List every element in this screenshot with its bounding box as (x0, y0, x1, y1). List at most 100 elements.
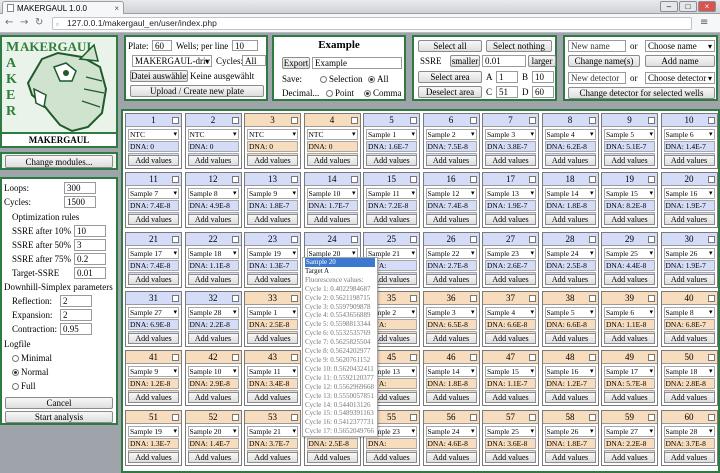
dna-field[interactable]: DNA: 2.5E-8 (306, 437, 358, 449)
well-checkbox[interactable] (231, 294, 239, 302)
dna-field[interactable]: DNA: 1.8E-8 (544, 200, 596, 212)
well-4[interactable]: 4NTCDNA: 0SSRE: 0Add values (303, 113, 361, 169)
well-checkbox[interactable] (469, 235, 477, 243)
dropdown-selected[interactable]: Target A (305, 267, 375, 276)
loops-input[interactable]: 300 (64, 182, 96, 194)
well-checkbox[interactable] (172, 176, 179, 184)
well-checkbox[interactable] (648, 354, 655, 362)
sample-select[interactable]: Sample 7 (128, 188, 179, 200)
well-42[interactable]: 42Sample 10DNA: 2.9E-8SSRE: 0.005676Add … (184, 350, 242, 407)
sample-select[interactable]: Sample 22 (425, 247, 477, 259)
fluorescence-item[interactable]: Cycle 14: 0.544013126 (305, 401, 375, 410)
add-values-button[interactable]: Add values (425, 214, 477, 226)
fluorescence-item[interactable]: Cycle 16: 0.5412377731 (305, 418, 375, 427)
well-14[interactable]: 14Sample 10DNA: 1.7E-7SSRE: 0.004096Add … (303, 172, 361, 229)
well-checkbox[interactable] (707, 294, 715, 302)
sample-select[interactable]: Sample 1 (247, 306, 298, 318)
well-checkbox[interactable] (291, 294, 298, 302)
add-values-button[interactable]: Add values (128, 155, 179, 166)
select-area-button[interactable]: Select area (418, 71, 482, 83)
add-values-button[interactable]: Add values (663, 451, 715, 463)
well-checkbox[interactable] (648, 294, 655, 302)
sample-select[interactable]: Sample 8 (663, 306, 715, 318)
add-values-button[interactable]: Add values (247, 273, 298, 285)
dna-field[interactable]: DNA: 6.8E-7 (663, 318, 715, 330)
sample-select[interactable]: Sample 4 (485, 306, 536, 318)
close-tab-icon[interactable]: × (114, 4, 119, 13)
add-values-button[interactable]: Add values (544, 392, 596, 404)
fluorescence-item[interactable]: Cycle 5: 0.5598813344 (305, 320, 375, 329)
add-values-button[interactable]: Add values (306, 451, 358, 463)
target-ssre-input[interactable]: 0.01 (74, 267, 106, 279)
dna-field[interactable]: DNA: 0 (128, 141, 179, 152)
sample-select[interactable]: Sample 16 (663, 188, 715, 200)
sample-select[interactable]: Sample 5 (544, 306, 596, 318)
dna-field[interactable]: DNA: 1.4E-7 (663, 141, 715, 152)
dna-field[interactable]: DNA: 7.5E-8 (425, 141, 477, 152)
sample-select[interactable]: Sample 25 (485, 425, 536, 437)
sample-select[interactable]: NTC (128, 129, 179, 140)
dna-field[interactable]: DNA: 1.9E-7 (663, 200, 715, 212)
well-checkbox[interactable] (529, 294, 536, 302)
well-checkbox[interactable] (231, 117, 239, 124)
well-13[interactable]: 13Sample 9DNA: 1.8E-7SSRE: 0.004901Add v… (244, 172, 301, 229)
add-values-button[interactable]: Add values (604, 214, 655, 226)
well-18[interactable]: 18Sample 14DNA: 1.8E-8SSRE: 0.003923Add … (541, 172, 599, 229)
sample-select[interactable]: Sample 21 (247, 425, 298, 437)
sample-select[interactable]: Sample 26 (663, 247, 715, 259)
area-b-input[interactable]: 10 (532, 71, 554, 83)
dna-field[interactable]: DNA: 3.8E-7 (485, 141, 536, 152)
well-5[interactable]: 5Sample 1DNA: 1.6E-7SSRE: 0.005124Add va… (363, 113, 420, 169)
add-values-button[interactable]: Add values (485, 155, 536, 166)
well-52[interactable]: 52Sample 20DNA: 1.4E-7SSRE: 0.002878Add … (184, 409, 242, 466)
well-27[interactable]: 27Sample 23DNA: 2.6E-7SSRE: 0.005752Add … (482, 231, 539, 288)
contraction-input[interactable]: 0.95 (60, 323, 92, 335)
ssre-threshold-input[interactable]: 0.01 (482, 55, 526, 67)
dna-field[interactable]: DNA: 2.2E-8 (187, 318, 239, 330)
add-values-button[interactable]: Add values (544, 155, 596, 166)
dna-field[interactable]: DNA: 3.7E-7 (247, 437, 298, 449)
ssre-75-input[interactable]: 0.2 (74, 253, 106, 265)
well-checkbox[interactable] (231, 176, 239, 184)
well-checkbox[interactable] (529, 235, 536, 243)
add-values-button[interactable]: Add values (663, 214, 715, 226)
well-checkbox[interactable] (172, 117, 179, 124)
sample-select[interactable]: Sample 10 (306, 188, 358, 200)
sample-select[interactable]: Sample 28 (187, 306, 239, 318)
save-selection-radio[interactable]: Selection (320, 74, 363, 84)
fluorescence-item[interactable]: Cycle 13: 0.5550057851 (305, 392, 375, 401)
well-38[interactable]: 38Sample 5DNA: 6.6E-8SSRE: 0.004509Add v… (541, 290, 599, 347)
well-checkbox[interactable] (291, 413, 298, 421)
dna-field[interactable]: DNA: 6.9E-8 (128, 318, 179, 330)
well-3[interactable]: 3NTCDNA: 0SSRE: 0Add values (244, 113, 301, 169)
dna-field[interactable]: DNA: 3.6E-8 (485, 437, 536, 449)
fluorescence-item[interactable]: Cycle 8: 0.5624202977 (305, 347, 375, 356)
well-checkbox[interactable] (231, 354, 239, 362)
sample-select[interactable]: Sample 5 (604, 129, 655, 140)
sample-select[interactable]: Sample 18 (187, 247, 239, 259)
well-checkbox[interactable] (588, 413, 596, 421)
well-checkbox[interactable] (172, 413, 179, 421)
well-16[interactable]: 16Sample 12DNA: 7.4E-8SSRE: 0.002922Add … (422, 172, 480, 229)
save-all-radio[interactable]: All (368, 74, 389, 84)
well-20[interactable]: 20Sample 16DNA: 1.9E-7SSRE: 0.002249Add … (660, 172, 718, 229)
add-values-button[interactable]: Add values (425, 332, 477, 344)
well-46[interactable]: 46Sample 14DNA: 1.8E-8SSRE: 0.003493Add … (422, 350, 480, 407)
well-41[interactable]: 41Sample 9DNA: 1.2E-8SSRE: 0.004589Add v… (125, 350, 182, 407)
dna-field[interactable]: DNA: 1.6E-7 (366, 141, 417, 152)
cycles-input[interactable]: All (242, 55, 266, 66)
well-2[interactable]: 2NTCDNA: 0SSRE: 0Add values (184, 113, 242, 169)
well-7[interactable]: 7Sample 3DNA: 3.8E-7SSRE: 0.004441Add va… (482, 113, 539, 169)
dna-field[interactable]: DNA: 6.6E-8 (544, 318, 596, 330)
wells-per-line-input[interactable]: 10 (232, 40, 258, 51)
ssre-10-input[interactable]: 10 (74, 225, 106, 237)
expansion-input[interactable]: 2 (60, 309, 92, 321)
sample-select[interactable]: Sample 17 (128, 247, 179, 259)
sample-select[interactable]: Sample 10 (187, 366, 239, 378)
dna-field[interactable]: DNA: 7.4E-8 (128, 200, 179, 212)
add-values-button[interactable]: Add values (604, 451, 655, 463)
well-1[interactable]: 1NTCDNA: 0SSRE: 0Add values (125, 113, 182, 169)
well-23[interactable]: 23Sample 19DNA: 1.3E-7SSRE: 0.007628Add … (244, 231, 301, 288)
sample-select[interactable]: Sample 3 (485, 129, 536, 140)
maximize-icon[interactable]: □ (679, 1, 697, 12)
